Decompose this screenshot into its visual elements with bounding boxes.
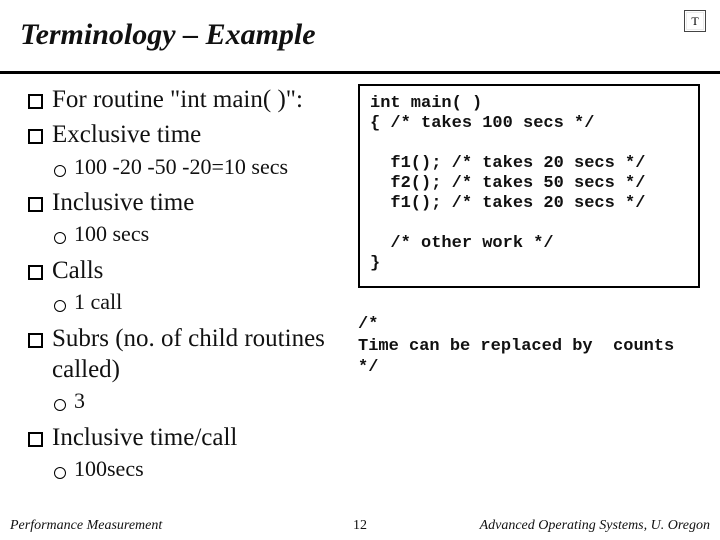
bullet-subrs: Subrs (no. of child routines called) 3 [28, 323, 354, 416]
bullet-list: For routine "int main( )": Exclusive tim… [28, 84, 354, 484]
sub-list: 100secs [52, 455, 354, 484]
bullet-label: Subrs (no. of child routines called) [52, 325, 325, 383]
footer-right: Advanced Operating Systems, U. Oregon [480, 518, 710, 534]
slide-title: Terminology – Example [20, 18, 700, 52]
title-bar: Terminology – Example T [0, 0, 720, 74]
bullet-label: Inclusive time/call [52, 424, 237, 451]
bullet-exclusive-time: Exclusive time 100 -20 -50 -20=10 secs [28, 119, 354, 181]
code-line: /* other work */ [370, 234, 554, 253]
code-line: { /* takes 100 secs */ [370, 114, 594, 133]
code-line: } [370, 254, 380, 273]
code-column: int main( ) { /* takes 100 secs */ f1();… [358, 84, 708, 490]
bullet-column: For routine "int main( )": Exclusive tim… [28, 84, 354, 490]
code-line: f1(); /* takes 20 secs */ [370, 194, 645, 213]
slide-body: For routine "int main( )": Exclusive tim… [0, 74, 720, 490]
code-note: /* Time can be replaced by counts */ [358, 314, 700, 378]
code-line: int main( ) [370, 94, 482, 113]
bullet-label: Inclusive time [52, 189, 194, 216]
sub-list: 100 secs [52, 220, 354, 249]
sub-exclusive-calc: 100 -20 -50 -20=10 secs [52, 153, 354, 182]
sub-list: 1 call [52, 288, 354, 317]
bullet-inclusive-per-call: Inclusive time/call 100secs [28, 422, 354, 484]
footer-left: Performance Measurement [10, 518, 162, 534]
bullet-routine: For routine "int main( )": [28, 84, 354, 115]
bullet-label: Calls [52, 257, 103, 284]
footer-page-number: 12 [353, 518, 367, 534]
slide: Terminology – Example T For routine "int… [0, 0, 720, 540]
bullet-calls: Calls 1 call [28, 255, 354, 317]
bullet-label: Exclusive time [52, 121, 201, 148]
logo-icon: T [684, 10, 706, 32]
code-line: f2(); /* takes 50 secs */ [370, 174, 645, 193]
code-line: f1(); /* takes 20 secs */ [370, 154, 645, 173]
sub-inclusive-value: 100 secs [52, 220, 354, 249]
code-box: int main( ) { /* takes 100 secs */ f1();… [358, 84, 700, 288]
sub-list: 3 [52, 387, 354, 416]
sub-subrs-value: 3 [52, 387, 354, 416]
footer: Performance Measurement 12 Advanced Oper… [0, 518, 720, 534]
bullet-inclusive-time: Inclusive time 100 secs [28, 187, 354, 249]
sub-calls-value: 1 call [52, 288, 354, 317]
sub-list: 100 -20 -50 -20=10 secs [52, 153, 354, 182]
sub-inclusive-per-call-value: 100secs [52, 455, 354, 484]
